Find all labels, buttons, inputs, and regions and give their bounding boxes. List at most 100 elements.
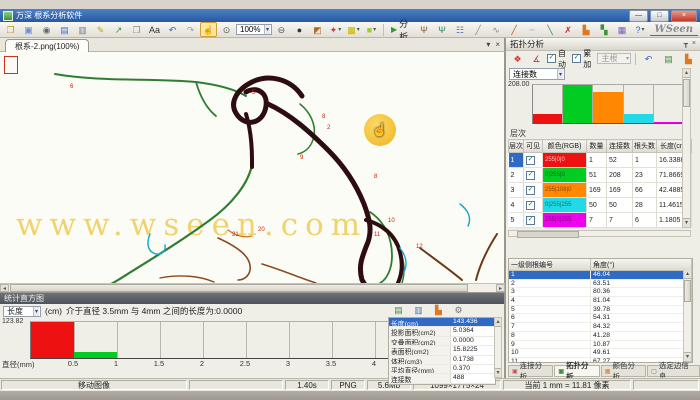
analyze-button[interactable]: ▶ 分析 <box>387 22 415 37</box>
level-table-hscrollbar[interactable] <box>508 230 691 237</box>
scroll-right-icon[interactable]: ▸ <box>496 284 505 292</box>
chart-stats-icon[interactable]: ▙ <box>430 303 447 318</box>
ruler-icon[interactable]: ◩ <box>309 22 326 37</box>
level-table-row[interactable]: 4✓0|255|25550502811.4615 <box>509 198 692 213</box>
tab-close-icon[interactable]: × <box>495 40 500 49</box>
histogram-metric-combo[interactable]: 长度 ▾ <box>3 306 41 317</box>
angle-table-row[interactable]: 654.31 <box>509 314 683 323</box>
angle-table-row[interactable]: 784.32 <box>509 323 683 332</box>
scroll-down-icon[interactable]: ▾ <box>495 368 501 377</box>
report-table-icon[interactable]: ▦ <box>614 22 631 37</box>
marker-icon-caret[interactable]: ▾ <box>338 24 341 36</box>
scrollbar-thumb[interactable] <box>517 231 579 238</box>
scrollbar-thumb[interactable] <box>683 79 690 107</box>
chevron-down-icon[interactable]: ▾ <box>264 25 270 34</box>
pin-icon[interactable]: ┳ <box>684 40 688 48</box>
tab-拓扑分析[interactable]: ▣拓扑分析 <box>554 365 599 377</box>
chevron-down-icon[interactable]: ▾ <box>557 69 563 79</box>
text-label-icon[interactable]: Aa <box>146 22 163 37</box>
scroll-up-icon[interactable]: ▴ <box>684 270 691 279</box>
angle-table-row[interactable]: 263.51 <box>509 280 683 289</box>
angle-table-row[interactable]: 481.04 <box>509 297 683 306</box>
root-map[interactable] <box>0 52 505 283</box>
undo-icon[interactable]: ↶ <box>164 22 181 37</box>
angle-table-row[interactable]: 380.36 <box>509 288 683 297</box>
level-table-row[interactable]: 5✓255|0|2557761.1805 <box>509 213 692 228</box>
hist-bar-1[interactable] <box>31 322 74 358</box>
scroll-left-icon[interactable]: ◂ <box>0 284 9 292</box>
root-mark-icon[interactable]: Ψ <box>416 22 433 37</box>
angle-table-row[interactable]: 910.87 <box>509 341 683 350</box>
maximize-button[interactable]: □ <box>650 10 669 22</box>
scroll-down-icon[interactable]: ▾ <box>683 218 690 227</box>
edit-pencil-icon[interactable]: ✎ <box>92 22 109 37</box>
stats-row[interactable]: 投影面积(cm2)5.0364 <box>389 327 495 336</box>
stats-vertical-scrollbar[interactable]: ▴ ▾ <box>494 317 502 378</box>
topo-bar-level-2[interactable] <box>563 85 592 123</box>
help-icon[interactable]: ?▾ <box>632 22 649 37</box>
topo-bar-level-5[interactable] <box>654 122 683 123</box>
stem-mark-icon[interactable]: Ψ <box>434 22 451 37</box>
metric-combo[interactable]: 连接数 ▾ <box>509 68 565 80</box>
marker-icon[interactable]: ✦▾ <box>327 22 344 37</box>
scrollbar-thumb[interactable] <box>684 280 691 302</box>
scanner-icon[interactable]: ▣ <box>20 22 37 37</box>
scrollbar-thumb[interactable] <box>10 284 468 292</box>
print-icon[interactable]: ▥ <box>74 22 91 37</box>
hist-bar-2[interactable] <box>74 352 117 358</box>
angle-table-header[interactable]: 一级侧根编号 角度(°) <box>509 259 692 271</box>
level-table-row[interactable]: 2✓0|255|0512082371.8669 <box>509 168 692 183</box>
angle-vertical-scrollbar[interactable]: ▴ ▾ <box>683 270 692 362</box>
topo-bar-level-1[interactable] <box>533 114 562 124</box>
angle-table-row[interactable]: 539.78 <box>509 306 683 315</box>
save-stats-icon[interactable]: ▥ <box>410 303 427 318</box>
angle-table-row[interactable]: 146.04 <box>509 271 683 280</box>
pen-orange-icon[interactable]: ╱ <box>506 22 523 37</box>
chevron-down-icon[interactable]: ▾ <box>626 55 629 62</box>
area-chart-icon[interactable]: ▚ <box>596 22 613 37</box>
zoom-tool-icon[interactable]: ⊙ <box>218 22 235 37</box>
chevron-down-icon[interactable]: ▾ <box>33 307 39 316</box>
scroll-up-icon[interactable]: ▴ <box>495 318 501 327</box>
level-table-header[interactable]: 层次 可见 颜色(RGB) 数量 连接数 根头数 长度(cm) <box>509 140 692 153</box>
tab-颜色分析[interactable]: ▦颜色分析 <box>601 365 646 377</box>
accumulate-checkbox[interactable]: ✓ <box>572 54 581 63</box>
erase-stroke-icon[interactable]: ✗ <box>560 22 577 37</box>
visible-checkbox[interactable]: ✓ <box>526 156 535 165</box>
tab-连接分析[interactable]: ▣连接分析 <box>508 365 553 377</box>
tab-选定边信息[interactable]: ▢选定边信息 <box>647 365 700 377</box>
zoom-level-combo[interactable]: 100% ▾ <box>236 24 272 35</box>
pen-dash-icon[interactable]: ┈ <box>524 22 541 37</box>
stats-row[interactable]: 体积(cm3)0.1738 <box>389 356 495 365</box>
pan-hand-icon[interactable]: ☝ <box>200 22 217 37</box>
close-button[interactable]: × <box>671 10 697 22</box>
pen-line-icon[interactable]: ╱ <box>470 22 487 37</box>
settings-icon[interactable]: ⚙ <box>450 303 467 318</box>
undo-icon[interactable]: ↶ <box>640 51 657 66</box>
zoom-out-icon[interactable]: ⊖ <box>273 22 290 37</box>
grid-icon[interactable]: ☷ <box>452 22 469 37</box>
export-chart-icon[interactable]: ▙ <box>680 51 697 66</box>
export-excel-icon[interactable]: ▤ <box>390 303 407 318</box>
angle-measure-icon[interactable]: ∡ <box>528 51 545 66</box>
topo-bar-level-3[interactable] <box>593 92 622 123</box>
stats-row[interactable]: 交叠面积(cm2)0.0000 <box>389 337 495 346</box>
root-type-combo[interactable]: 主根 ▾ <box>597 53 631 64</box>
panel-close-icon[interactable]: × <box>692 40 696 48</box>
title-bar[interactable]: 万深 根系分析软件 — □ × <box>0 9 700 22</box>
minimize-button[interactable]: — <box>629 10 648 22</box>
pen-green-icon[interactable]: ╲ <box>542 22 559 37</box>
stats-row[interactable]: 平均直径(mm)0.370 <box>389 365 495 374</box>
image-canvas[interactable]: www.wseen.com <box>0 52 505 283</box>
node-color-icon[interactable]: ❖ <box>509 51 526 66</box>
topo-bar-level-4[interactable] <box>624 114 653 123</box>
stats-row[interactable]: 长度(cm)143.436 <box>389 318 495 327</box>
visible-checkbox[interactable]: ✓ <box>526 216 535 225</box>
shape-color-icon[interactable]: ■▾ <box>363 22 380 37</box>
bar-chart-icon[interactable]: ▙ <box>578 22 595 37</box>
fill-color-icon[interactable]: ▩▾ <box>345 22 362 37</box>
canvas-horizontal-scrollbar[interactable]: ◂ ▸ <box>0 283 505 292</box>
angle-table-row[interactable]: 1049.61 <box>509 349 683 358</box>
export-icon[interactable]: ↗ <box>110 22 127 37</box>
export-table-icon[interactable]: ▤ <box>660 51 677 66</box>
